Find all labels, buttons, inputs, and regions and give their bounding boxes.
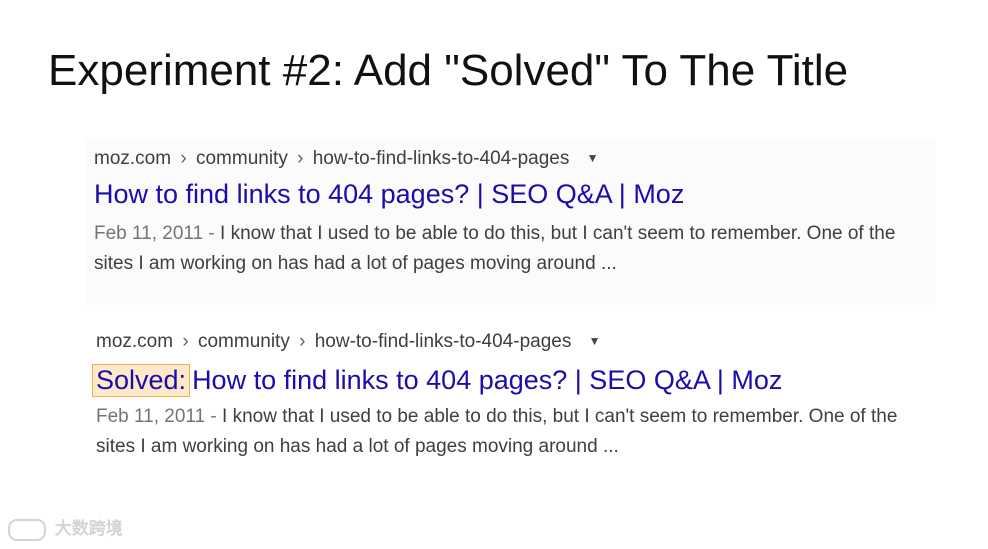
watermark-logo-icon — [8, 518, 46, 541]
watermark: 大数跨境 — [8, 514, 123, 541]
result-title-text: How to find links to 404 pages? | SEO Q&… — [94, 179, 685, 209]
search-result-solved: moz.com › community › how-to-find-links-… — [88, 322, 938, 478]
solved-prefix-highlight: Solved: — [92, 364, 191, 397]
caret-down-icon[interactable]: ▼ — [587, 151, 599, 165]
result-snippet: Feb 11, 2011 - I know that I used to be … — [96, 402, 936, 462]
breadcrumb-path-page: how-to-find-links-to-404-pages — [312, 148, 570, 169]
result-snippet: Feb 11, 2011 - I know that I used to be … — [94, 219, 934, 279]
caret-down-icon[interactable]: ▼ — [589, 334, 601, 348]
result-title-text: How to find links to 404 pages? | SEO Q&… — [192, 365, 783, 395]
snippet-text: I know that I used to be able to do this… — [94, 223, 896, 274]
breadcrumb-domain: moz.com — [94, 148, 172, 169]
breadcrumb-path-community: community — [197, 331, 290, 352]
breadcrumb-path-community: community — [195, 148, 288, 169]
snippet-date: Feb 11, 2011 - — [94, 223, 215, 244]
watermark-text: 大数跨境 — [54, 519, 123, 538]
breadcrumb-domain: moz.com — [96, 331, 174, 352]
breadcrumb-path-page: how-to-find-links-to-404-pages — [314, 331, 572, 352]
breadcrumb[interactable]: moz.com › community › how-to-find-links-… — [96, 331, 601, 353]
slide-title: Experiment #2: Add "Solved" To The Title — [48, 46, 849, 95]
snippet-text: I know that I used to be able to do this… — [96, 406, 898, 457]
breadcrumb[interactable]: moz.com › community › how-to-find-links-… — [94, 148, 599, 170]
search-result-original: moz.com › community › how-to-find-links-… — [86, 139, 936, 305]
breadcrumb-separator: › — [182, 331, 189, 352]
snippet-date: Feb 11, 2011 - — [96, 406, 217, 427]
breadcrumb-separator: › — [299, 331, 306, 352]
result-title-link[interactable]: How to find links to 404 pages? | SEO Q&… — [94, 179, 684, 210]
breadcrumb-separator: › — [297, 148, 304, 169]
result-title-link[interactable]: Solved: How to find links to 404 pages? |… — [92, 364, 783, 397]
breadcrumb-separator: › — [180, 148, 187, 169]
